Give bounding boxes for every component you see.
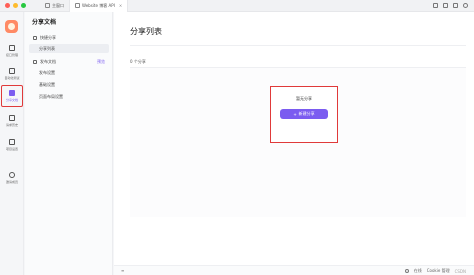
share-count: 0 个分享 bbox=[130, 59, 146, 64]
nav-item-share-list[interactable]: 分享列表 bbox=[29, 44, 109, 53]
share-doc-icon bbox=[9, 90, 15, 96]
title-bar-actions bbox=[433, 3, 468, 8]
nav-label: 发布设置 bbox=[39, 69, 55, 75]
rail-label: 项目设置 bbox=[5, 147, 18, 151]
rail-label: 接口管理 bbox=[5, 53, 18, 57]
cookie-manager-button[interactable]: Cookie 管理 bbox=[427, 268, 450, 274]
empty-state-text: 暂无分享 bbox=[296, 96, 312, 101]
rail-label: 分享文档 bbox=[5, 98, 18, 102]
page-title: 分享列表 bbox=[130, 27, 162, 36]
globe-icon bbox=[75, 3, 80, 8]
nav-label: 基础设置 bbox=[39, 81, 55, 87]
rail-item-invite[interactable]: 邀请成员 bbox=[1, 167, 23, 189]
nav-item-basic-settings[interactable]: 基础设置 bbox=[29, 80, 109, 89]
divider bbox=[130, 67, 466, 68]
settings-icon[interactable] bbox=[443, 3, 448, 8]
tab-project[interactable]: Website 博客 API × bbox=[69, 0, 129, 12]
nav-item-quick-share[interactable]: 快捷分享 bbox=[29, 33, 109, 42]
rail-item-auto-test[interactable]: 自动化测试 bbox=[1, 63, 23, 85]
nav-item-publish-doc[interactable]: 发布文档 预览 bbox=[29, 57, 109, 66]
status-bar: ≡ 在线 Cookie 管理 CSDN bbox=[114, 265, 474, 275]
settings-icon bbox=[9, 139, 15, 145]
app-window: 主窗口 Website 博客 API × 接口管理 自动化测试 分享文档 请求历… bbox=[0, 0, 474, 275]
share-icon bbox=[33, 35, 37, 40]
rail-item-settings[interactable]: 项目设置 bbox=[1, 134, 23, 156]
watermark-text: CSDN bbox=[454, 268, 466, 274]
nav-label: 分享列表 bbox=[39, 45, 55, 51]
menu-icon[interactable]: ≡ bbox=[121, 268, 124, 273]
plus-icon: + bbox=[293, 111, 297, 117]
maximize-window-button[interactable] bbox=[21, 3, 26, 8]
divider bbox=[130, 45, 466, 46]
main-content: 分享列表 0 个分享 暂无分享 + 新建分享 ≡ 在线 Cookie 管理 CS… bbox=[114, 12, 474, 275]
nav-label: 发布文档 bbox=[40, 58, 56, 64]
rail-item-history[interactable]: 请求历史 bbox=[1, 110, 23, 132]
rail-item-api[interactable]: 接口管理 bbox=[1, 40, 23, 62]
close-tab-icon[interactable]: × bbox=[119, 3, 122, 8]
tab-main-window[interactable]: 主窗口 bbox=[40, 0, 69, 12]
rail-label: 邀请成员 bbox=[5, 180, 18, 184]
nav-label: 页面布局设置 bbox=[39, 93, 63, 99]
home-icon bbox=[45, 3, 50, 8]
online-status[interactable]: 在线 bbox=[414, 268, 422, 274]
share-panel: 分享文档 快捷分享 分享列表 发布文档 预览 发布设置 基础设置 页面布局设置 bbox=[25, 12, 113, 275]
nav-label: 快捷分享 bbox=[40, 34, 56, 40]
tab-label: Website 博客 API bbox=[82, 2, 115, 8]
title-bar: 主窗口 Website 博客 API × bbox=[0, 0, 474, 12]
app-logo bbox=[5, 20, 18, 33]
tab-label: 主窗口 bbox=[52, 2, 64, 8]
new-share-button[interactable]: + 新建分享 bbox=[280, 109, 328, 119]
rail-label: 自动化测试 bbox=[4, 76, 20, 80]
preview-tag[interactable]: 预览 bbox=[97, 59, 105, 65]
empty-state: 暂无分享 + 新建分享 bbox=[270, 86, 338, 143]
history-icon bbox=[9, 115, 15, 121]
window-controls bbox=[5, 3, 26, 8]
publish-icon bbox=[33, 59, 37, 64]
invite-icon bbox=[9, 172, 15, 178]
nav-item-layout-settings[interactable]: 页面布局设置 bbox=[29, 92, 109, 101]
api-icon bbox=[9, 45, 15, 51]
icon-rail: 接口管理 自动化测试 分享文档 请求历史 项目设置 邀请成员 bbox=[0, 12, 24, 275]
status-bar-right: 在线 Cookie 管理 CSDN bbox=[404, 268, 466, 274]
refresh-icon[interactable] bbox=[433, 3, 438, 8]
online-status-icon bbox=[404, 269, 409, 273]
notification-icon[interactable] bbox=[453, 3, 458, 8]
test-icon bbox=[9, 68, 15, 74]
rail-label: 请求历史 bbox=[5, 123, 18, 127]
panel-title: 分享文档 bbox=[32, 19, 57, 26]
minimize-window-button[interactable] bbox=[13, 3, 18, 8]
new-share-label: 新建分享 bbox=[298, 111, 315, 116]
nav-item-publish-settings[interactable]: 发布设置 bbox=[29, 68, 109, 77]
rail-item-share-doc[interactable]: 分享文档 bbox=[1, 85, 23, 107]
avatar[interactable] bbox=[463, 3, 468, 8]
close-window-button[interactable] bbox=[5, 3, 10, 8]
